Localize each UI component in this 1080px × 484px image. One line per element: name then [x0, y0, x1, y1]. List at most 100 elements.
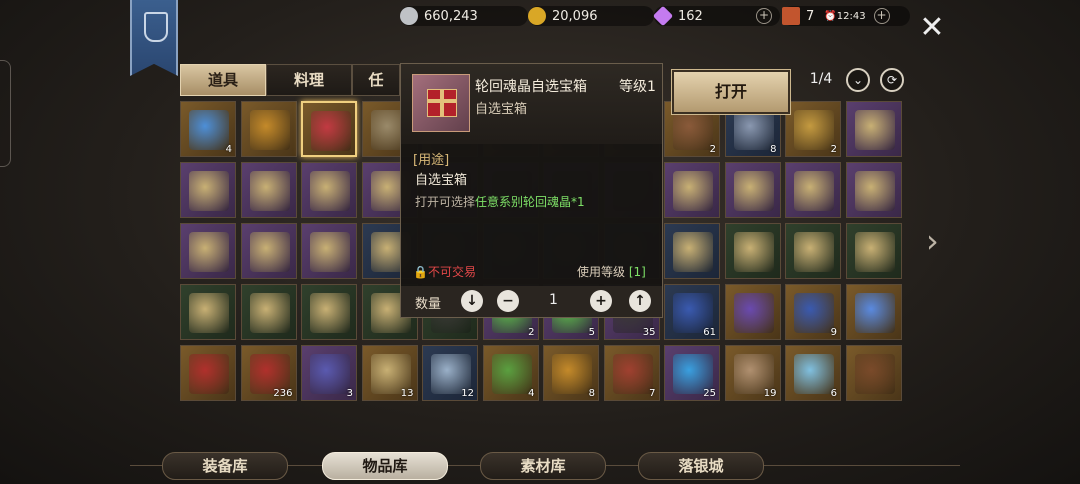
- add-diamond-button[interactable]: +: [756, 8, 772, 24]
- next-page-arrow[interactable]: ›: [926, 222, 948, 260]
- decrease-quantity-button[interactable]: −: [497, 290, 519, 312]
- inventory-slot[interactable]: 7: [603, 345, 660, 401]
- inventory-slot[interactable]: 61: [664, 284, 720, 340]
- tab-equipment-storage[interactable]: 装备库: [162, 452, 288, 480]
- refresh-icon[interactable]: ⟳: [880, 68, 904, 92]
- inventory-slot[interactable]: [301, 223, 357, 279]
- item-count: 25: [703, 388, 716, 399]
- tab-quest[interactable]: 任: [352, 64, 400, 96]
- item-count: 8: [770, 144, 777, 155]
- add-ticket-button[interactable]: +: [873, 8, 890, 24]
- page-indicator: 1/4: [809, 71, 833, 87]
- inventory-slot[interactable]: 19: [724, 345, 781, 401]
- item-icon: [249, 293, 290, 333]
- item-icon: [412, 74, 470, 132]
- inventory-slot[interactable]: [301, 284, 357, 340]
- inventory-slot[interactable]: 3: [301, 345, 357, 401]
- inventory-slot[interactable]: [240, 162, 297, 218]
- inventory-slot[interactable]: [664, 162, 720, 218]
- tab-cooking[interactable]: 料理: [266, 64, 352, 96]
- inventory-slot[interactable]: [724, 223, 781, 279]
- quantity-value[interactable]: 1: [549, 292, 558, 308]
- item-count: 8: [588, 388, 595, 399]
- item-icon: [311, 111, 351, 151]
- inventory-slot[interactable]: [301, 101, 357, 157]
- inventory-slot[interactable]: 2: [785, 101, 841, 157]
- inventory-slot[interactable]: [180, 284, 236, 340]
- inventory-slot[interactable]: [240, 223, 297, 279]
- inventory-slot[interactable]: 8: [543, 345, 599, 401]
- inventory-slot[interactable]: 13: [361, 345, 418, 401]
- open-button[interactable]: 打开: [671, 69, 791, 115]
- item-level: 等级1: [619, 79, 656, 95]
- max-quantity-button[interactable]: ↑: [629, 290, 651, 312]
- tab-item-storage[interactable]: 物品库: [322, 452, 448, 480]
- inventory-slot[interactable]: [180, 345, 236, 401]
- quantity-label: 数量: [415, 297, 442, 312]
- inventory-slot[interactable]: [785, 223, 841, 279]
- item-icon: [249, 232, 290, 272]
- inventory-slot[interactable]: [180, 162, 236, 218]
- detail-highlight: 任意系别轮回魂晶*1: [475, 195, 585, 209]
- item-icon: [794, 293, 834, 333]
- item-icon: [189, 354, 229, 394]
- inventory-slot[interactable]: [724, 162, 781, 218]
- item-icon: [491, 354, 532, 394]
- inventory-slot[interactable]: [724, 284, 781, 340]
- use-level: 使用等级 [1]: [577, 263, 646, 280]
- increase-quantity-button[interactable]: +: [590, 290, 612, 312]
- tab-luoyin-city[interactable]: 落银城: [638, 452, 764, 480]
- guild-banner[interactable]: [130, 0, 178, 76]
- inventory-slot[interactable]: [180, 223, 236, 279]
- item-icon: [854, 232, 895, 272]
- gold-coin-icon: [528, 7, 546, 25]
- inventory-slot[interactable]: [845, 162, 902, 218]
- diamond-icon: [652, 5, 674, 27]
- item-icon: [612, 354, 653, 394]
- inventory-slot[interactable]: [845, 345, 902, 401]
- item-count: 236: [273, 388, 293, 399]
- tab-items[interactable]: 道具: [180, 64, 266, 96]
- item-icon: [673, 232, 713, 272]
- left-edge-handle: [0, 60, 11, 167]
- inventory-slot[interactable]: 4: [482, 345, 539, 401]
- usage-description: 自选宝箱: [415, 173, 468, 188]
- inventory-slot[interactable]: 6: [785, 345, 841, 401]
- diamond-currency: 162 +: [652, 5, 780, 27]
- item-count: 9: [830, 327, 837, 338]
- inventory-slot[interactable]: 4: [180, 101, 236, 157]
- silver-currency: 660,243: [400, 6, 528, 26]
- inventory-slot[interactable]: [240, 101, 297, 157]
- item-icon: [794, 232, 834, 272]
- inventory-slot[interactable]: [301, 162, 357, 218]
- item-icon: [189, 232, 229, 272]
- inventory-slot[interactable]: [845, 101, 902, 157]
- inventory-slot[interactable]: [785, 162, 841, 218]
- inventory-slot[interactable]: [845, 223, 902, 279]
- gold-amount: 20,096: [552, 8, 598, 24]
- inventory-slot[interactable]: 12: [422, 345, 478, 401]
- inventory-slot[interactable]: [845, 284, 902, 340]
- item-icon: [854, 354, 895, 394]
- min-quantity-button[interactable]: ↓: [461, 290, 483, 312]
- inventory-slot[interactable]: [240, 284, 297, 340]
- untradable-label: 🔒不可交易: [413, 263, 476, 280]
- item-icon: [794, 171, 834, 211]
- close-icon[interactable]: ✕: [918, 13, 946, 43]
- use-level-label: 使用等级: [577, 265, 626, 279]
- inventory-slot[interactable]: 236: [240, 345, 297, 401]
- ticket-icon: [782, 7, 800, 25]
- inventory-slot[interactable]: [664, 223, 720, 279]
- tab-material-storage[interactable]: 素材库: [480, 452, 606, 480]
- chevron-down-icon[interactable]: ⌄: [846, 68, 870, 92]
- ticket-timer: 12:43: [836, 10, 866, 22]
- inventory-slot[interactable]: 9: [785, 284, 841, 340]
- alarm-icon: ⏰: [824, 10, 837, 22]
- item-icon: [189, 293, 229, 333]
- item-icon: [189, 110, 229, 150]
- item-count: 2: [709, 144, 716, 155]
- item-count: 7: [649, 388, 656, 399]
- inventory-slot[interactable]: 25: [664, 345, 720, 401]
- item-icon: [310, 232, 350, 272]
- item-count: 6: [830, 388, 837, 399]
